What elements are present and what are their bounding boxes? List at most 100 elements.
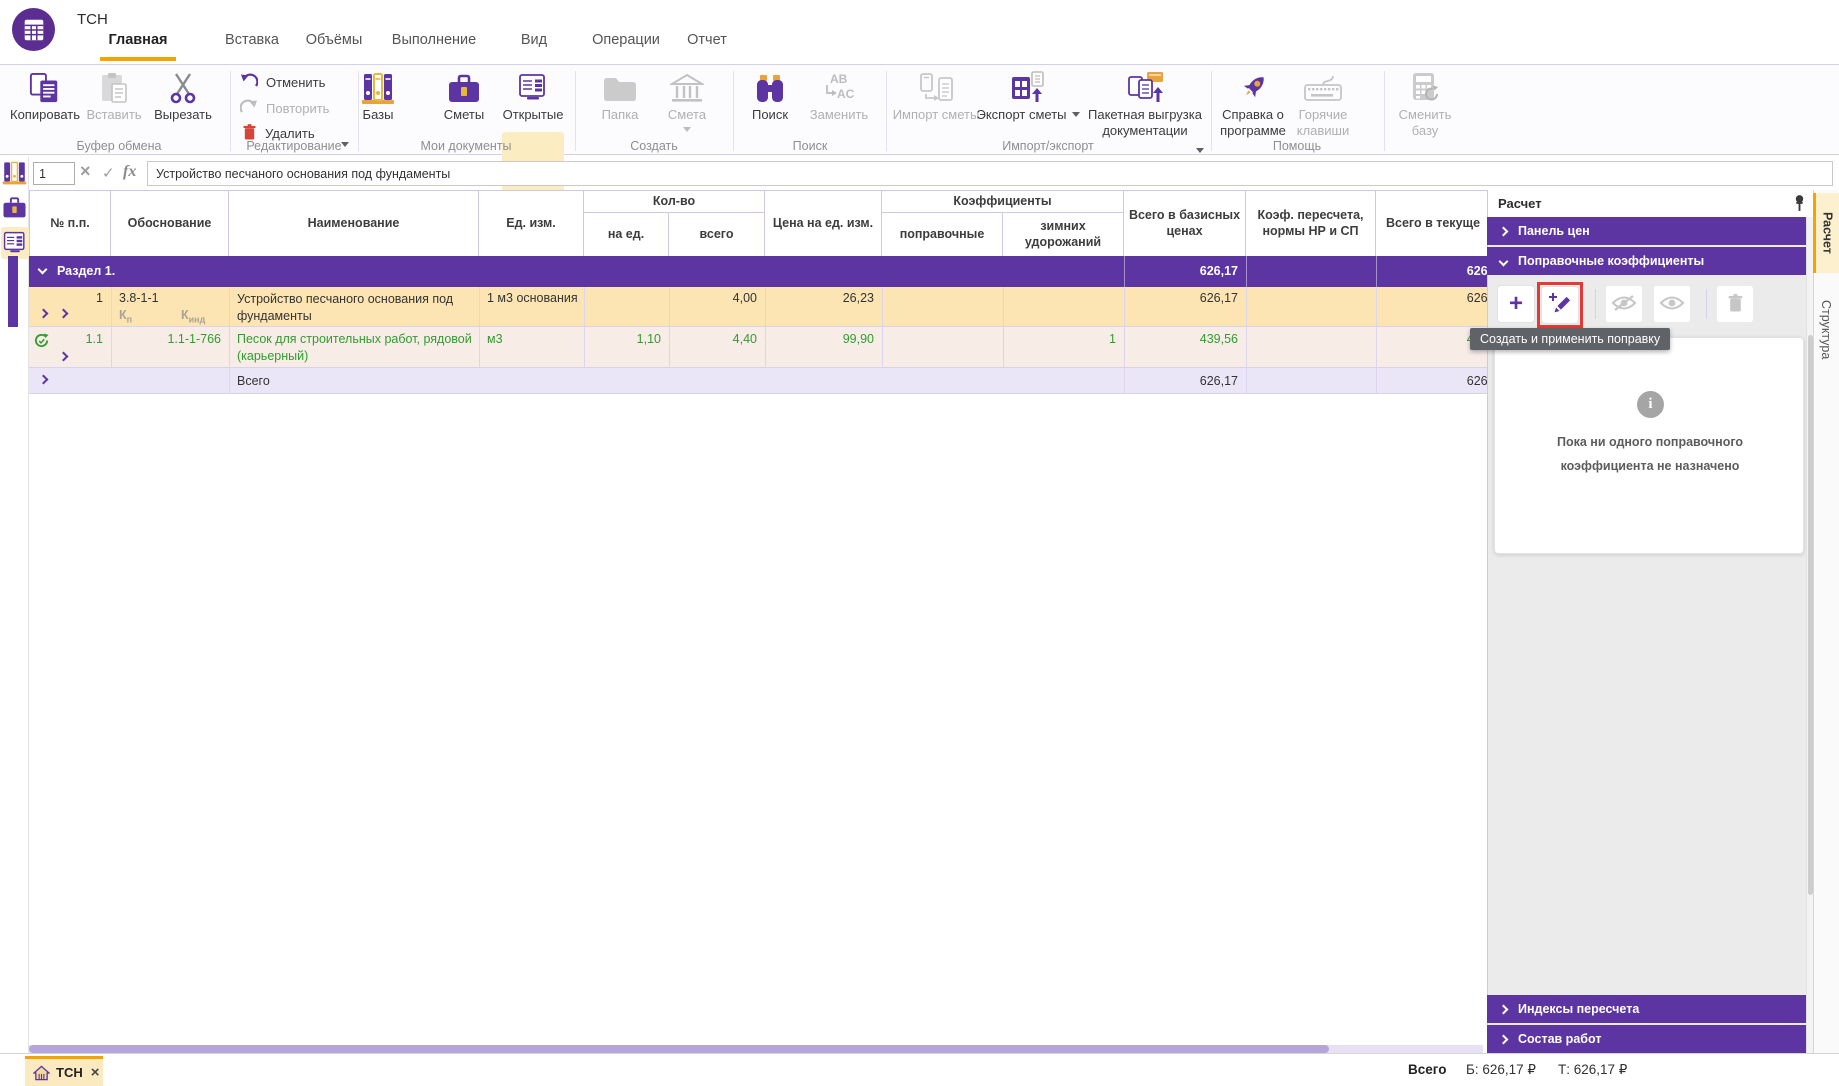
material-row-11[interactable]: 1.1 1.1-1-766 Песок для строительных раб…	[29, 327, 1487, 368]
section-total-base: 626,17	[1124, 264, 1238, 278]
row-expand-chevron[interactable]	[59, 309, 69, 319]
pencil-plus-icon	[1548, 292, 1572, 319]
undo-button[interactable]: Отменить	[240, 73, 325, 91]
group-label-clipboard: Буфер обмена	[77, 139, 162, 153]
group-divider	[1211, 71, 1212, 151]
info-icon: i	[1637, 391, 1664, 418]
new-folder-button[interactable]: Папка	[590, 69, 650, 123]
create-apply-correction-button[interactable]	[1541, 286, 1579, 324]
panel-section-prices[interactable]: Панель цен	[1487, 217, 1812, 245]
undo-icon	[240, 73, 258, 91]
section-collapse-chevron[interactable]	[38, 265, 48, 275]
cut-button[interactable]: Вырезать	[150, 69, 216, 123]
status-total-label: Всего	[1408, 1062, 1446, 1077]
header-winter: зимних удорожаний	[1003, 213, 1124, 257]
estimates-button[interactable]: Сметы	[432, 69, 496, 123]
redo-button[interactable]: Повторить	[240, 99, 329, 117]
confirm-formula-icon[interactable]: ✓	[102, 164, 115, 182]
column-divider	[229, 368, 230, 393]
new-estimate-caret[interactable]	[683, 127, 691, 132]
row-qty-total: 4,40	[669, 332, 757, 346]
row-num: 1.1	[29, 332, 103, 346]
row-qty-unit: 1,10	[584, 332, 661, 346]
row-name: Песок для строительных работ, рядовой (к…	[237, 331, 475, 365]
show-correction-button[interactable]	[1653, 285, 1691, 323]
tab-vid[interactable]: Вид	[516, 32, 552, 56]
totals-row[interactable]: Всего 626,17 626,17	[29, 368, 1487, 394]
row-price: 99,90	[765, 332, 874, 346]
column-divider	[479, 327, 480, 367]
paste-icon	[99, 69, 129, 107]
batch-export-button[interactable]: Пакетная выгрузка документации	[1082, 69, 1208, 139]
panel-scrollbar[interactable]	[1806, 217, 1813, 1053]
find-button[interactable]: Поиск	[744, 69, 796, 123]
corrections-empty-card: i Пока ни одного поправочного коэффициен…	[1494, 337, 1804, 554]
bases-button[interactable]: Базы	[348, 69, 408, 123]
row-expand-chevron[interactable]	[39, 309, 49, 319]
pin-icon[interactable]	[1793, 194, 1806, 215]
row-price: 26,23	[765, 291, 874, 305]
export-caret[interactable]	[1072, 112, 1080, 117]
tab-vypolnenie[interactable]: Выполнение	[390, 32, 478, 56]
panel-section-corrections[interactable]: Поправочные коэффициенты	[1487, 247, 1812, 275]
side-tab-calculation[interactable]: Расчет	[1813, 193, 1839, 273]
import-estimate-button[interactable]: Импорт сметы	[896, 69, 976, 123]
document-tab-label: ТСН	[56, 1065, 83, 1080]
tab-otchet[interactable]: Отчет	[680, 32, 734, 56]
replace-button[interactable]: ABAC Заменить	[806, 69, 872, 123]
hotkeys-button[interactable]: Горячие клавиши	[1292, 69, 1354, 139]
totals-expand-chevron[interactable]	[39, 375, 49, 385]
export-estimate-button[interactable]: Экспорт сметы	[978, 69, 1078, 123]
change-database-button[interactable]: Сменить базу	[1394, 69, 1456, 139]
status-current-total: Т: 626,17 ₽	[1558, 1062, 1627, 1078]
formula-text-input[interactable]	[147, 161, 1833, 186]
tab-obyomy[interactable]: Объёмы	[300, 32, 368, 56]
column-divider	[1246, 256, 1247, 287]
column-divider	[111, 327, 112, 367]
eye-off-icon	[1611, 293, 1637, 316]
side-tab-structure[interactable]: Структура	[1813, 282, 1839, 377]
bases-icon	[2, 160, 27, 186]
undo-dropdown-caret[interactable]	[341, 142, 349, 147]
batch-export-caret[interactable]	[1196, 148, 1204, 153]
paste-button[interactable]: Вставить	[82, 69, 146, 123]
panel-section-indexes[interactable]: Индексы пересчета	[1487, 995, 1812, 1023]
tab-vstavka[interactable]: Вставка	[218, 32, 286, 56]
hide-correction-button[interactable]	[1605, 285, 1643, 323]
row-number-input[interactable]	[33, 162, 75, 185]
section-row[interactable]: Раздел 1. 626,17 626,17	[29, 256, 1487, 287]
cancel-formula-icon[interactable]: ×	[80, 161, 91, 182]
group-divider	[1384, 71, 1385, 151]
redo-icon	[240, 99, 258, 117]
fx-icon[interactable]: fx	[123, 163, 136, 181]
header-code: Обоснование	[111, 191, 229, 257]
chevron-right-icon	[1499, 1004, 1509, 1014]
new-estimate-button[interactable]: Смета	[656, 69, 718, 132]
kp-coefficient-label[interactable]: Кп	[119, 308, 132, 325]
calculator-icon	[1410, 69, 1440, 107]
about-button[interactable]: Справка о программе	[1218, 69, 1288, 139]
document-tab[interactable]: ТСН ×	[25, 1056, 103, 1086]
calculation-panel: Расчет	[1487, 190, 1813, 1053]
copy-button[interactable]: Копировать	[10, 69, 80, 123]
horizontal-scrollbar[interactable]	[29, 1045, 1483, 1053]
sidebar-bases-button[interactable]	[2, 160, 27, 189]
add-correction-button[interactable]: +	[1497, 285, 1535, 323]
open-documents-button[interactable]: Открытые	[503, 69, 563, 123]
sidebar-open-button[interactable]	[1, 227, 29, 259]
row-unit: 1 м3 основания	[487, 291, 578, 305]
delete-correction-button[interactable]	[1716, 285, 1754, 323]
group-label-documents: Мои документы	[420, 139, 511, 153]
tab-glavnaya[interactable]: Главная	[100, 32, 176, 56]
work-row-1[interactable]: 1 3.8-1-1 Кп Кинд Устройство песчаного о…	[29, 287, 1487, 327]
scrollbar-thumb[interactable]	[29, 1045, 1329, 1053]
tab-operacii[interactable]: Операции	[584, 32, 668, 56]
close-icon[interactable]: ×	[91, 1064, 100, 1081]
group-divider	[733, 71, 734, 151]
sidebar-estimates-button[interactable]	[2, 196, 27, 222]
row-total-base: 439,56	[1124, 332, 1238, 346]
row-expand-chevron[interactable]	[59, 352, 69, 362]
open-document-icon	[3, 231, 27, 255]
panel-section-composition[interactable]: Состав работ	[1487, 1025, 1812, 1053]
kind-coefficient-label[interactable]: Кинд	[181, 308, 205, 325]
